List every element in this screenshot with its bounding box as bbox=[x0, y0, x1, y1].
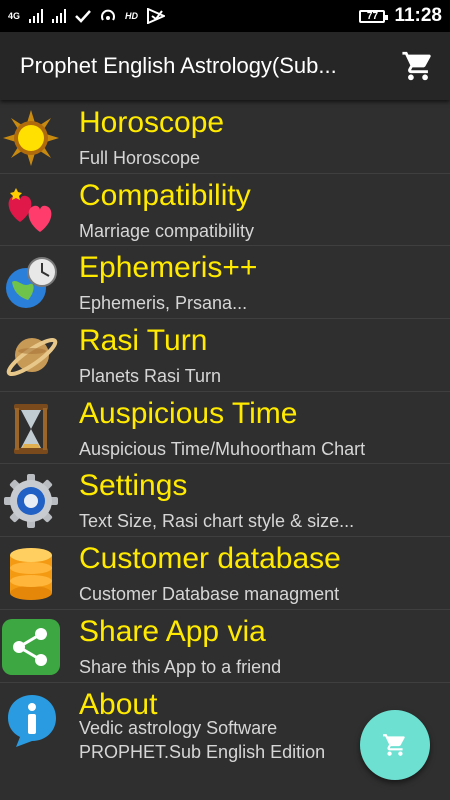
play-store-icon bbox=[147, 8, 166, 24]
menu-item-subtitle: Ephemeris, Prsana... bbox=[79, 293, 248, 314]
saturn-icon bbox=[0, 327, 62, 385]
share-icon bbox=[0, 618, 62, 676]
menu-item-title: Auspicious Time bbox=[79, 396, 298, 430]
database-icon bbox=[0, 545, 62, 603]
battery-indicator: 77 bbox=[359, 9, 389, 23]
menu-item-customer-database[interactable]: Customer database Customer Database mana… bbox=[0, 537, 450, 610]
signal-icon bbox=[29, 9, 44, 23]
menu-item-subtitle: Auspicious Time/Muhoortham Chart bbox=[79, 438, 366, 459]
info-icon bbox=[0, 691, 62, 749]
menu-item-title: Share App via bbox=[79, 614, 266, 648]
menu-item-auspicious-time[interactable]: Auspicious Time Auspicious Time/Muhoorth… bbox=[0, 392, 450, 465]
menu-item-ephemeris[interactable]: Ephemeris++ Ephemeris, Prsana... bbox=[0, 246, 450, 320]
menu-item-title: Compatibility bbox=[79, 178, 251, 212]
about-line-1: Vedic astrology Software bbox=[79, 717, 278, 738]
menu-item-title: Ephemeris++ bbox=[79, 251, 258, 285]
hearts-icon bbox=[0, 182, 62, 240]
menu-item-subtitle: Customer Database managment bbox=[79, 584, 340, 605]
menu-item-subtitle: Planets Rasi Turn bbox=[79, 366, 222, 387]
clock: 11:28 bbox=[394, 5, 442, 26]
menu-item-title: Customer database bbox=[79, 542, 341, 576]
cart-button[interactable] bbox=[400, 48, 436, 84]
menu-item-subtitle: Text Size, Rasi chart style & size... bbox=[79, 511, 355, 532]
check-notification-icon bbox=[75, 10, 91, 23]
cart-icon bbox=[383, 734, 405, 756]
menu-item-horoscope[interactable]: Horoscope Full Horoscope bbox=[0, 101, 450, 174]
menu-item-rasi-turn[interactable]: Rasi Turn Planets Rasi Turn bbox=[0, 319, 450, 392]
hourglass-icon bbox=[0, 400, 62, 458]
menu-item-subtitle: Vedic astrology Software PROPHET.Sub Eng… bbox=[79, 716, 325, 764]
menu-item-share-app[interactable]: Share App via Share this App to a friend bbox=[0, 610, 450, 683]
status-bar: 4G HD 77 11:28 bbox=[0, 0, 450, 32]
cart-fab-button[interactable] bbox=[360, 710, 430, 780]
menu-item-subtitle: Marriage compatibility bbox=[79, 220, 255, 241]
menu-item-title: Settings bbox=[79, 469, 188, 503]
app-bar: Prophet English Astrology(Sub... bbox=[0, 32, 450, 100]
gear-icon bbox=[0, 472, 62, 530]
menu-item-settings[interactable]: Settings Text Size, Rasi chart style & s… bbox=[0, 464, 450, 538]
globe-clock-icon bbox=[0, 254, 62, 312]
signal-2-icon bbox=[52, 9, 67, 23]
shopping-cart-icon bbox=[402, 51, 431, 81]
network-type-label: 4G bbox=[8, 10, 21, 21]
menu-item-title: Rasi Turn bbox=[79, 324, 208, 358]
hd-label: HD bbox=[125, 11, 139, 21]
sun-icon bbox=[0, 109, 62, 167]
menu-item-subtitle: Share this App to a friend bbox=[79, 656, 282, 677]
battery-level: 77 bbox=[366, 10, 379, 22]
menu-item-title: Horoscope bbox=[79, 106, 225, 139]
app-title: Prophet English Astrology(Sub... bbox=[20, 53, 337, 78]
menu-item-subtitle: Full Horoscope bbox=[79, 148, 201, 168]
hotspot-icon bbox=[101, 9, 115, 21]
about-line-2: PROPHET.Sub English Edition bbox=[79, 741, 326, 762]
main-menu: Horoscope Full Horoscope Compatibility M… bbox=[0, 101, 450, 783]
menu-item-compatibility[interactable]: Compatibility Marriage compatibility bbox=[0, 174, 450, 247]
